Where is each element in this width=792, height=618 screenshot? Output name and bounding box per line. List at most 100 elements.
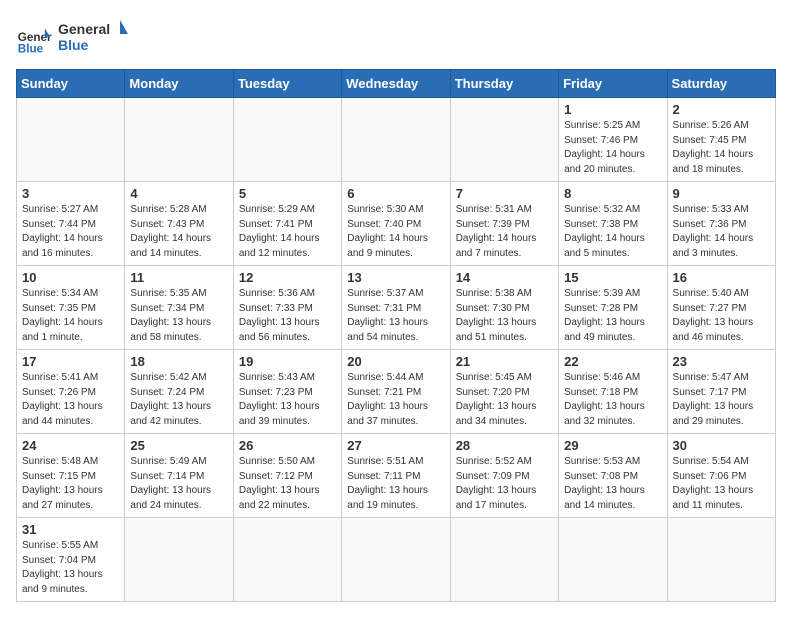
calendar-cell: 15 Sunrise: 5:39 AM Sunset: 7:28 PM Dayli… xyxy=(559,266,667,350)
day-info: Sunrise: 5:30 AM Sunset: 7:40 PM Dayligh… xyxy=(347,203,444,261)
day-number: 28 xyxy=(456,438,553,453)
weekday-header-saturday: Saturday xyxy=(667,70,775,98)
logo: General Blue General Blue xyxy=(16,16,128,61)
day-info: Sunrise: 5:46 AM Sunset: 7:18 PM Dayligh… xyxy=(564,371,661,429)
day-info: Sunrise: 5:51 AM Sunset: 7:11 PM Dayligh… xyxy=(347,455,444,513)
calendar-cell: 24 Sunrise: 5:48 AM Sunset: 7:15 PM Dayli… xyxy=(17,434,125,518)
weekday-header-wednesday: Wednesday xyxy=(342,70,450,98)
calendar-header: SundayMondayTuesdayWednesdayThursdayFrid… xyxy=(17,70,776,98)
day-info: Sunrise: 5:33 AM Sunset: 7:36 PM Dayligh… xyxy=(673,203,770,261)
calendar-table: SundayMondayTuesdayWednesdayThursdayFrid… xyxy=(16,69,776,602)
calendar-cell: 19Sunrise: 5:43 AM Sunset: 7:23 PM Dayli… xyxy=(233,350,341,434)
calendar-cell: 22 Sunrise: 5:46 AM Sunset: 7:18 PM Dayli… xyxy=(559,350,667,434)
calendar-cell: 12Sunrise: 5:36 AM Sunset: 7:33 PM Dayli… xyxy=(233,266,341,350)
day-info: Sunrise: 5:52 AM Sunset: 7:09 PM Dayligh… xyxy=(456,455,553,513)
day-number: 25 xyxy=(130,438,227,453)
day-info: Sunrise: 5:25 AM Sunset: 7:46 PM Dayligh… xyxy=(564,119,661,177)
svg-text:Blue: Blue xyxy=(18,42,44,55)
calendar-week-3: 17 Sunrise: 5:41 AM Sunset: 7:26 PM Dayli… xyxy=(17,350,776,434)
calendar-cell: 5 Sunrise: 5:29 AM Sunset: 7:41 PM Daylig… xyxy=(233,182,341,266)
day-number: 29 xyxy=(564,438,661,453)
calendar-cell xyxy=(450,98,558,182)
calendar-cell xyxy=(233,98,341,182)
calendar-cell: 20 Sunrise: 5:44 AM Sunset: 7:21 PM Dayli… xyxy=(342,350,450,434)
calendar-cell: 4 Sunrise: 5:28 AM Sunset: 7:43 PM Daylig… xyxy=(125,182,233,266)
day-number: 14 xyxy=(456,270,553,285)
day-number: 16 xyxy=(673,270,770,285)
day-info: Sunrise: 5:27 AM Sunset: 7:44 PM Dayligh… xyxy=(22,203,119,261)
day-number: 7 xyxy=(456,186,553,201)
calendar-week-4: 24 Sunrise: 5:48 AM Sunset: 7:15 PM Dayli… xyxy=(17,434,776,518)
calendar-week-2: 10 Sunrise: 5:34 AM Sunset: 7:35 PM Dayli… xyxy=(17,266,776,350)
day-info: Sunrise: 5:49 AM Sunset: 7:14 PM Dayligh… xyxy=(130,455,227,513)
logo-svg: General Blue xyxy=(58,16,128,56)
day-info: Sunrise: 5:47 AM Sunset: 7:17 PM Dayligh… xyxy=(673,371,770,429)
day-info: Sunrise: 5:50 AM Sunset: 7:12 PM Dayligh… xyxy=(239,455,336,513)
day-number: 22 xyxy=(564,354,661,369)
day-number: 24 xyxy=(22,438,119,453)
day-info: Sunrise: 5:29 AM Sunset: 7:41 PM Dayligh… xyxy=(239,203,336,261)
svg-text:General: General xyxy=(58,21,110,37)
day-info: Sunrise: 5:43 AM Sunset: 7:23 PM Dayligh… xyxy=(239,371,336,429)
day-info: Sunrise: 5:31 AM Sunset: 7:39 PM Dayligh… xyxy=(456,203,553,261)
logo-icon: General Blue xyxy=(16,21,52,57)
day-number: 21 xyxy=(456,354,553,369)
weekday-header-sunday: Sunday xyxy=(17,70,125,98)
calendar-cell: 14Sunrise: 5:38 AM Sunset: 7:30 PM Dayli… xyxy=(450,266,558,350)
calendar-cell xyxy=(342,518,450,602)
day-info: Sunrise: 5:44 AM Sunset: 7:21 PM Dayligh… xyxy=(347,371,444,429)
calendar-cell: 28 Sunrise: 5:52 AM Sunset: 7:09 PM Dayli… xyxy=(450,434,558,518)
day-number: 31 xyxy=(22,522,119,537)
calendar-cell: 7 Sunrise: 5:31 AM Sunset: 7:39 PM Daylig… xyxy=(450,182,558,266)
day-info: Sunrise: 5:40 AM Sunset: 7:27 PM Dayligh… xyxy=(673,287,770,345)
svg-text:Blue: Blue xyxy=(58,37,89,53)
calendar-cell xyxy=(125,518,233,602)
calendar-cell xyxy=(17,98,125,182)
calendar-cell: 11Sunrise: 5:35 AM Sunset: 7:34 PM Dayli… xyxy=(125,266,233,350)
day-info: Sunrise: 5:35 AM Sunset: 7:34 PM Dayligh… xyxy=(130,287,227,345)
day-number: 3 xyxy=(22,186,119,201)
day-info: Sunrise: 5:34 AM Sunset: 7:35 PM Dayligh… xyxy=(22,287,119,345)
day-info: Sunrise: 5:39 AM Sunset: 7:28 PM Dayligh… xyxy=(564,287,661,345)
calendar-cell: 13 Sunrise: 5:37 AM Sunset: 7:31 PM Dayli… xyxy=(342,266,450,350)
day-number: 23 xyxy=(673,354,770,369)
calendar-cell xyxy=(342,98,450,182)
day-number: 10 xyxy=(22,270,119,285)
calendar-week-0: 1Sunrise: 5:25 AM Sunset: 7:46 PM Daylig… xyxy=(17,98,776,182)
calendar-cell xyxy=(233,518,341,602)
weekday-header-row: SundayMondayTuesdayWednesdayThursdayFrid… xyxy=(17,70,776,98)
weekday-header-monday: Monday xyxy=(125,70,233,98)
day-info: Sunrise: 5:53 AM Sunset: 7:08 PM Dayligh… xyxy=(564,455,661,513)
calendar-cell xyxy=(125,98,233,182)
calendar-cell: 17 Sunrise: 5:41 AM Sunset: 7:26 PM Dayli… xyxy=(17,350,125,434)
weekday-header-friday: Friday xyxy=(559,70,667,98)
weekday-header-tuesday: Tuesday xyxy=(233,70,341,98)
calendar-cell: 2Sunrise: 5:26 AM Sunset: 7:45 PM Daylig… xyxy=(667,98,775,182)
day-number: 9 xyxy=(673,186,770,201)
calendar-cell: 8Sunrise: 5:32 AM Sunset: 7:38 PM Daylig… xyxy=(559,182,667,266)
day-number: 13 xyxy=(347,270,444,285)
day-info: Sunrise: 5:48 AM Sunset: 7:15 PM Dayligh… xyxy=(22,455,119,513)
day-info: Sunrise: 5:37 AM Sunset: 7:31 PM Dayligh… xyxy=(347,287,444,345)
day-number: 4 xyxy=(130,186,227,201)
day-number: 5 xyxy=(239,186,336,201)
day-info: Sunrise: 5:42 AM Sunset: 7:24 PM Dayligh… xyxy=(130,371,227,429)
calendar-cell xyxy=(450,518,558,602)
day-info: Sunrise: 5:55 AM Sunset: 7:04 PM Dayligh… xyxy=(22,539,119,597)
calendar-cell: 1Sunrise: 5:25 AM Sunset: 7:46 PM Daylig… xyxy=(559,98,667,182)
day-number: 6 xyxy=(347,186,444,201)
day-info: Sunrise: 5:26 AM Sunset: 7:45 PM Dayligh… xyxy=(673,119,770,177)
calendar-cell: 26Sunrise: 5:50 AM Sunset: 7:12 PM Dayli… xyxy=(233,434,341,518)
calendar-cell xyxy=(559,518,667,602)
day-number: 15 xyxy=(564,270,661,285)
day-number: 12 xyxy=(239,270,336,285)
day-number: 17 xyxy=(22,354,119,369)
calendar-cell: 6 Sunrise: 5:30 AM Sunset: 7:40 PM Daylig… xyxy=(342,182,450,266)
day-number: 20 xyxy=(347,354,444,369)
day-info: Sunrise: 5:32 AM Sunset: 7:38 PM Dayligh… xyxy=(564,203,661,261)
calendar-cell: 18Sunrise: 5:42 AM Sunset: 7:24 PM Dayli… xyxy=(125,350,233,434)
day-info: Sunrise: 5:28 AM Sunset: 7:43 PM Dayligh… xyxy=(130,203,227,261)
day-info: Sunrise: 5:41 AM Sunset: 7:26 PM Dayligh… xyxy=(22,371,119,429)
calendar-cell xyxy=(667,518,775,602)
page-header: General Blue General Blue xyxy=(16,16,776,61)
